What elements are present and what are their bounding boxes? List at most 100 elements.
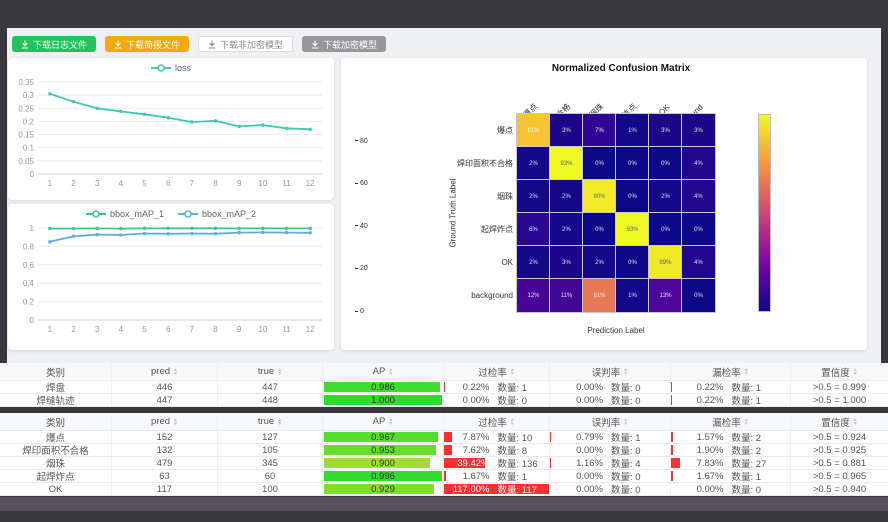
- matrix-cell-r5c3: 1%: [616, 279, 649, 312]
- sort-icon[interactable]: ▲▼: [623, 418, 628, 426]
- class-name-cell: 起焊炸点: [0, 470, 112, 482]
- main-panel: 下载日志文件下载简报文件下载非加密模型下载加密模型 loss 00.050.10…: [7, 28, 881, 363]
- legend-label: loss: [175, 63, 191, 73]
- col-header-置信度[interactable]: 置信度▲▼: [791, 363, 888, 380]
- metrics-table-1: 类别pred▲▼true▲▼AP▲▼过检率▲▼误判率▲▼漏检率▲▼置信度▲▼焊盘…: [0, 363, 888, 407]
- matrix-cell-r2c0: 2%: [517, 180, 550, 213]
- download-button-label: 下载非加密模型: [220, 38, 283, 51]
- sort-icon[interactable]: ▲▼: [510, 368, 515, 376]
- col-header-置信度[interactable]: 置信度▲▼: [791, 413, 888, 430]
- misjudge-rate-percent: 1.16%: [557, 458, 603, 469]
- col-header-过检率[interactable]: 过检率▲▼: [444, 413, 550, 430]
- overkill-rate-cell: 7.62%数量: 8: [444, 444, 550, 456]
- ap-bar-track: 0.967: [324, 432, 442, 442]
- col-header-漏检率[interactable]: 漏检率▲▼: [671, 413, 791, 430]
- svg-text:0.4: 0.4: [23, 279, 35, 288]
- sort-icon[interactable]: ▲▼: [388, 368, 393, 376]
- col-header-AP[interactable]: AP▲▼: [323, 363, 444, 380]
- ap-value: 0.953: [324, 445, 442, 455]
- miss-rate-cell: 1.57%数量: 2: [671, 431, 791, 443]
- download-icon: [114, 40, 122, 49]
- ap-bar-track: 0.986: [324, 382, 442, 392]
- download-button-1[interactable]: 下载日志文件: [12, 36, 96, 52]
- ap-cell: 0.953: [323, 444, 444, 456]
- col-header-pred[interactable]: pred▲▼: [112, 413, 218, 430]
- overkill-rate-count: 数量: 136: [498, 457, 550, 469]
- ap-value: 0.967: [324, 432, 442, 442]
- col-header-过检率[interactable]: 过检率▲▼: [444, 363, 550, 380]
- sort-icon[interactable]: ▲▼: [744, 368, 749, 376]
- col-header-漏检率[interactable]: 漏检率▲▼: [671, 363, 791, 380]
- confidence-cell: >0.5 = 0.881: [791, 457, 888, 469]
- col-header-误判率[interactable]: 误判率▲▼: [550, 413, 671, 430]
- matrix-cell-r5c2: 61%: [583, 279, 616, 312]
- sort-icon[interactable]: ▲▼: [277, 368, 282, 376]
- sort-icon[interactable]: ▲▼: [173, 368, 178, 376]
- overkill-rate-text: 117.00%数量: 117: [444, 483, 550, 495]
- matrix-cell-r2c3: 0%: [616, 180, 649, 213]
- col-header-true[interactable]: true▲▼: [218, 363, 323, 380]
- col-header-pred[interactable]: pred▲▼: [112, 363, 218, 380]
- overkill-rate-count: 数量: 0: [498, 394, 550, 406]
- misjudge-rate-cell: 0.00%数量: 0: [550, 381, 671, 393]
- miss-rate-cell: 7.83%数量: 27: [671, 457, 791, 469]
- true-cell: 345: [218, 457, 323, 469]
- sort-icon[interactable]: ▲▼: [173, 418, 178, 426]
- miss-rate-count: 数量: 1: [732, 394, 784, 406]
- confusion-matrix-card: Normalized Confusion Matrix 爆点爆点焊印面积不合格焊…: [341, 58, 867, 350]
- miss-rate-bar: [671, 471, 673, 481]
- download-button-3[interactable]: 下载非加密模型: [198, 36, 293, 52]
- download-button-4[interactable]: 下载加密模型: [302, 36, 386, 52]
- overkill-rate-cell: 39.42%数量: 136: [444, 457, 550, 469]
- download-button-label: 下载加密模型: [323, 38, 377, 51]
- svg-text:0.25: 0.25: [18, 104, 34, 113]
- ap-value: 0.986: [324, 382, 442, 392]
- confusion-matrix-title: Normalized Confusion Matrix: [481, 63, 761, 74]
- miss-rate-percent: 1.67%: [678, 471, 724, 482]
- matrix-cell-r3c5: 0%: [682, 213, 715, 246]
- pred-cell: 447: [112, 394, 218, 406]
- overkill-rate-cell: 0.00%数量: 0: [444, 394, 550, 406]
- misjudge-rate-percent: 0.00%: [557, 395, 603, 406]
- sort-icon[interactable]: ▲▼: [744, 418, 749, 426]
- overkill-rate-percent: 1.67%: [444, 471, 490, 482]
- misjudge-rate-bar: [550, 432, 551, 442]
- sort-icon[interactable]: ▲▼: [623, 368, 628, 376]
- col-header-误判率[interactable]: 误判率▲▼: [550, 363, 671, 380]
- misjudge-rate-text: 0.00%数量: 0: [557, 470, 663, 482]
- cm-colorbar-tick-80: 80: [355, 139, 368, 145]
- miss-rate-count: 数量: 0: [732, 483, 784, 495]
- sort-icon[interactable]: ▲▼: [853, 418, 858, 426]
- misjudge-rate-text: 0.00%数量: 0: [557, 444, 663, 456]
- sort-icon[interactable]: ▲▼: [277, 418, 282, 426]
- overkill-rate-percent: 0.22%: [444, 382, 490, 393]
- legend-item-bbox_mAP_1[interactable]: bbox_mAP_1: [86, 209, 164, 219]
- metrics-table-2: 类别pred▲▼true▲▼AP▲▼过检率▲▼误判率▲▼漏检率▲▼置信度▲▼爆点…: [0, 413, 888, 496]
- svg-text:0.6: 0.6: [23, 261, 35, 270]
- table-row: 焊盘4464470.9860.22%数量: 10.00%数量: 00.22%数量…: [0, 381, 888, 394]
- download-button-label: 下载日志文件: [33, 38, 87, 51]
- cm-colorbar-tick-0: 0: [355, 309, 364, 315]
- svg-text:8: 8: [213, 325, 218, 334]
- col-header-true[interactable]: true▲▼: [218, 413, 323, 430]
- download-icon: [311, 40, 319, 49]
- confidence-cell: >0.5 = 1.000: [791, 394, 888, 406]
- legend-item-loss[interactable]: loss: [151, 63, 191, 73]
- download-toolbar: 下载日志文件 下载简报文件 下载非加密模型 下载加密模型: [12, 36, 386, 52]
- miss-rate-cell: 0.00%数量: 0: [671, 483, 791, 495]
- matrix-cell-r1c0: 2%: [517, 147, 550, 180]
- legend-item-bbox_mAP_2[interactable]: bbox_mAP_2: [178, 209, 256, 219]
- svg-text:0.05: 0.05: [18, 157, 34, 166]
- col-header-AP[interactable]: AP▲▼: [323, 413, 444, 430]
- svg-text:7: 7: [190, 179, 195, 188]
- svg-text:8: 8: [213, 179, 218, 188]
- svg-text:9: 9: [237, 325, 242, 334]
- svg-text:0.3: 0.3: [23, 91, 35, 100]
- download-button-2[interactable]: 下载简报文件: [105, 36, 189, 52]
- sort-icon[interactable]: ▲▼: [388, 418, 393, 426]
- ap-cell: 0.900: [323, 457, 444, 469]
- ap-cell: 0.986: [323, 381, 444, 393]
- sort-icon[interactable]: ▲▼: [510, 418, 515, 426]
- svg-text:0.2: 0.2: [23, 298, 35, 307]
- sort-icon[interactable]: ▲▼: [853, 368, 858, 376]
